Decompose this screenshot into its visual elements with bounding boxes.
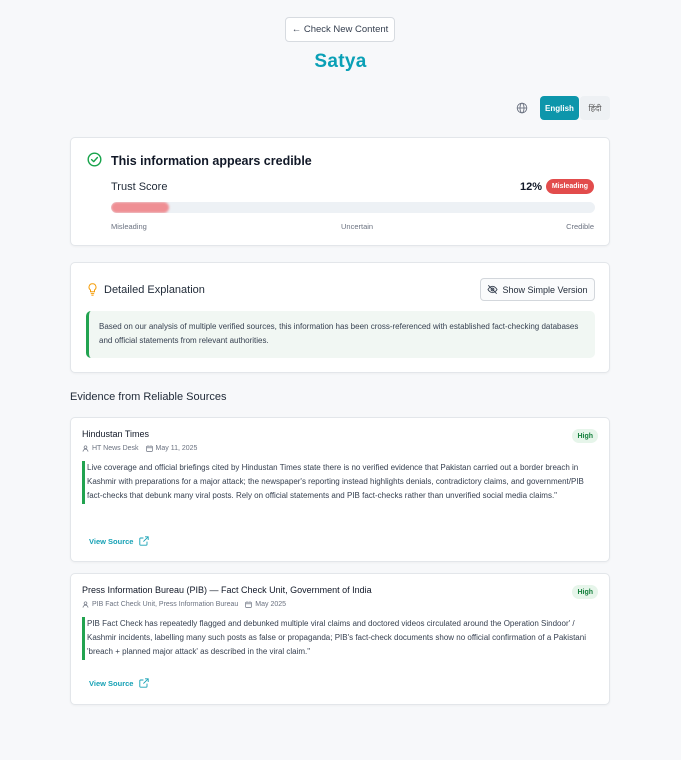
external-link-icon [139,536,150,546]
source-name: Press Information Bureau (PIB) — Fact Ch… [82,585,372,595]
trust-score-value: 12% [519,181,542,193]
misleading-badge: Misleading [545,179,594,194]
language-english-button[interactable]: English [540,96,579,120]
check-new-content-button[interactable]: ← Check New Content [285,17,395,42]
reliability-badge: High [572,429,598,443]
explanation-card: Detailed Explanation Show Simple Version… [70,262,610,373]
source-author: HT News Desk [92,445,139,452]
scale-label-credible: Credible [566,222,594,231]
view-source-link[interactable]: View Source [89,678,150,688]
calendar-icon [145,445,153,452]
view-source-label: View Source [89,678,134,688]
app-title: Satya [314,51,367,72]
source-quote: Live coverage and official briefings cit… [82,461,600,504]
source-meta: PIB Fact Check Unit, Press Information B… [82,601,286,608]
source-name: Hindustan Times [82,429,150,439]
source-author: PIB Fact Check Unit, Press Information B… [92,601,239,608]
language-switcher: English हिंदी [516,95,610,121]
calendar-icon [245,601,253,608]
scale-label-misleading: Misleading [111,222,147,231]
evidence-section-title: Evidence from Reliable Sources [70,391,227,403]
user-icon [82,601,89,608]
explanation-text: Based on our analysis of multiple verifi… [86,311,595,358]
trust-score-bar [111,202,595,213]
evidence-card: Hindustan Times High HT News Desk May 11… [70,417,610,562]
show-simple-version-button[interactable]: Show Simple Version [480,278,595,301]
scale-label-uncertain: Uncertain [341,222,374,231]
check-circle-icon [87,152,102,167]
eye-off-icon [487,284,498,295]
source-meta: HT News Desk May 11, 2025 [82,445,197,452]
reliability-badge: High [572,585,598,599]
show-simple-version-label: Show Simple Version [502,284,588,295]
view-source-link[interactable]: View Source [89,536,150,546]
source-date: May 11, 2025 [155,445,198,452]
language-hindi-button[interactable]: हिंदी [580,96,610,120]
trust-score-fill [111,202,170,213]
explanation-title: Detailed Explanation [104,284,205,296]
user-icon [82,445,89,452]
source-date: May 2025 [255,601,287,608]
evidence-card: Press Information Bureau (PIB) — Fact Ch… [70,573,610,705]
credibility-verdict: This information appears credible [111,154,312,168]
lightbulb-icon [88,283,97,296]
external-link-icon [139,678,150,688]
source-quote: PIB Fact Check has repeatedly flagged an… [82,617,600,660]
trust-score-label: Trust Score [111,181,168,193]
view-source-label: View Source [89,536,134,546]
globe-icon [516,102,528,114]
credibility-card: This information appears credible Trust … [70,137,610,246]
